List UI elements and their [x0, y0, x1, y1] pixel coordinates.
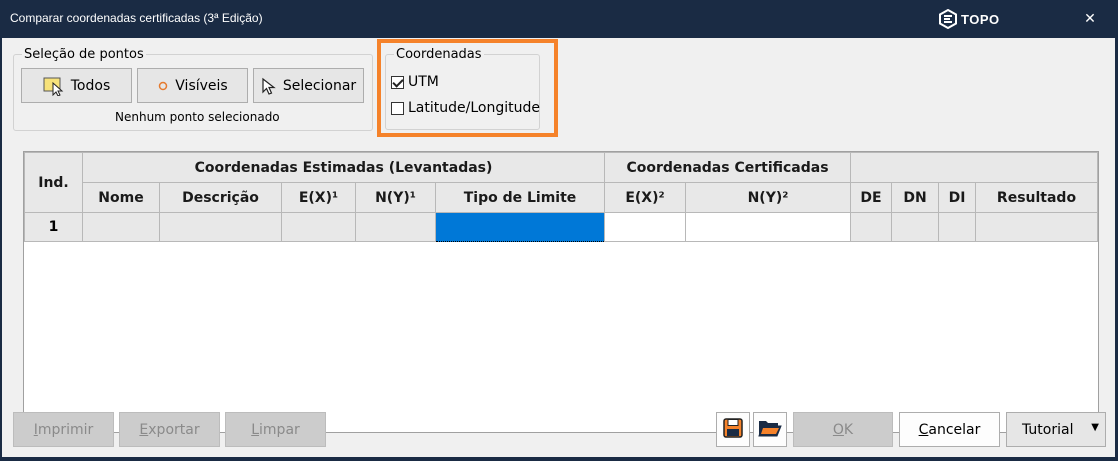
cell-ex1[interactable]: [281, 212, 356, 242]
tutorial-dropdown-button[interactable]: Tutorial ▼: [1006, 412, 1106, 447]
header-results-group: [850, 152, 1098, 183]
save-button[interactable]: [716, 412, 750, 447]
save-disk-icon: [722, 417, 744, 443]
selection-status: Nenhum ponto selecionado: [115, 110, 280, 124]
cell-de[interactable]: [850, 212, 892, 242]
header-descricao[interactable]: Descrição: [159, 182, 282, 213]
print-label: mprimir: [37, 421, 94, 438]
header-certified-group: Coordenadas Certificadas: [604, 152, 851, 183]
header-tipo-limite[interactable]: Tipo de Limite: [435, 182, 605, 213]
clear-label: impar: [259, 421, 300, 438]
window-title: Comparar coordenadas certificadas (3ª Ed…: [10, 11, 263, 25]
row-ind-cell[interactable]: 1: [24, 212, 83, 242]
visible-points-label: Visíveis: [175, 77, 228, 94]
cell-ex2[interactable]: [604, 212, 686, 242]
select-all-label: Todos: [70, 77, 111, 94]
export-label: xportar: [148, 421, 200, 438]
topo-logo: TOPO: [938, 8, 1000, 30]
clear-label-accel: L: [251, 421, 260, 438]
close-button[interactable]: ✕: [1076, 6, 1104, 32]
cell-descricao[interactable]: [159, 212, 282, 242]
comparison-table: Ind. Coordenadas Estimadas (Levantadas) …: [24, 152, 1098, 242]
header-nome[interactable]: Nome: [82, 182, 160, 213]
dialog-window: Comparar coordenadas certificadas (3ª Ed…: [0, 0, 1118, 461]
header-de[interactable]: DE: [850, 182, 892, 213]
select-points-label: Selecionar: [282, 77, 357, 94]
cancel-button[interactable]: Cancelar: [899, 412, 1000, 447]
header-dn[interactable]: DN: [891, 182, 939, 213]
ok-button[interactable]: OK: [793, 412, 893, 447]
cursor-select-icon: [261, 77, 277, 95]
header-ny1[interactable]: N(Y)¹: [355, 182, 436, 213]
chevron-down-icon: ▼: [1091, 422, 1099, 433]
visible-points-icon: [157, 80, 169, 92]
select-all-button[interactable]: Todos: [21, 68, 132, 103]
logo-text: TOPO: [961, 11, 1000, 27]
export-button[interactable]: Exportar: [119, 412, 220, 447]
header-ex2[interactable]: E(X)²: [604, 182, 686, 213]
ok-label-accel: O: [832, 421, 844, 438]
header-ind[interactable]: Ind.: [24, 152, 83, 213]
select-points-button[interactable]: Selecionar: [253, 68, 364, 103]
cell-resultado[interactable]: [975, 212, 1098, 242]
title-bar: Comparar coordenadas certificadas (3ª Ed…: [0, 0, 1118, 38]
point-selection-legend: Seleção de pontos: [24, 47, 144, 62]
header-ex1[interactable]: E(X)¹: [281, 182, 356, 213]
select-all-icon: [43, 76, 65, 96]
open-button[interactable]: [753, 412, 787, 447]
export-label-accel: E: [139, 421, 149, 438]
cell-ny2[interactable]: [685, 212, 851, 242]
tutorial-label: Tutorial: [1022, 421, 1074, 438]
clear-button[interactable]: Limpar: [225, 412, 326, 447]
dialog-client-area: Seleção de pontos Todos Visíveis Selecio…: [2, 38, 1115, 457]
ok-label: K: [843, 421, 854, 438]
header-estimated-group: Coordenadas Estimadas (Levantadas): [82, 152, 605, 183]
open-folder-icon: [758, 418, 782, 442]
header-ny2[interactable]: N(Y)²: [685, 182, 851, 213]
header-resultado[interactable]: Resultado: [975, 182, 1098, 213]
coordinates-highlight: [377, 39, 558, 137]
cell-dn[interactable]: [891, 212, 939, 242]
cell-ny1[interactable]: [355, 212, 436, 242]
cancel-label: ancelar: [928, 421, 981, 438]
cell-tipo-limite[interactable]: [435, 212, 605, 242]
close-icon: ✕: [1084, 11, 1096, 27]
visible-points-button[interactable]: Visíveis: [137, 68, 248, 103]
print-button[interactable]: Imprimir: [13, 412, 114, 447]
cell-di[interactable]: [938, 212, 976, 242]
topo-logo-icon: [939, 9, 957, 29]
header-di[interactable]: DI: [938, 182, 976, 213]
comparison-grid[interactable]: Ind. Coordenadas Estimadas (Levantadas) …: [23, 151, 1099, 433]
cancel-label-accel: C: [918, 421, 929, 438]
cell-nome[interactable]: [82, 212, 160, 242]
table-row[interactable]: 1: [24, 212, 1098, 242]
